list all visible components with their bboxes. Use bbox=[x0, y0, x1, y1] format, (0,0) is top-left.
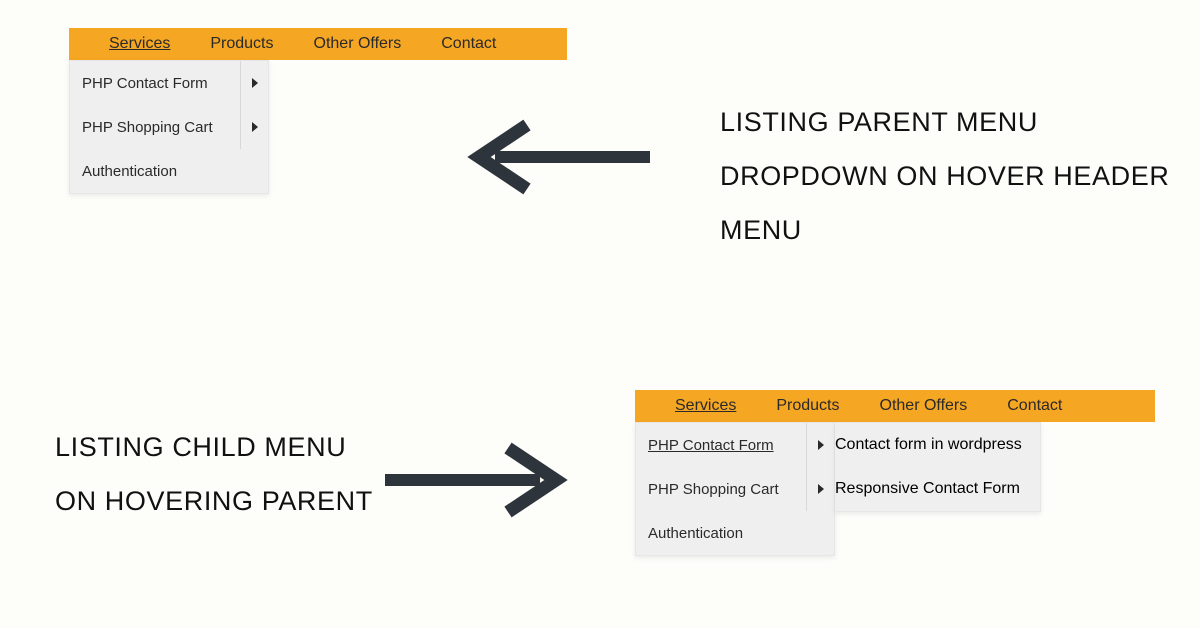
dropdown-parent-menu: PHP Contact Form PHP Shopping Cart Authe… bbox=[69, 60, 269, 194]
menu-item-other-offers[interactable]: Other Offers bbox=[860, 393, 988, 419]
menu-item-contact[interactable]: Contact bbox=[421, 31, 516, 57]
dropdown-parent-menu: PHP Contact Form PHP Shopping Cart Authe… bbox=[635, 422, 835, 556]
menu-item-products[interactable]: Products bbox=[190, 31, 293, 57]
submenu-item-label: Contact form in wordpress bbox=[835, 436, 1022, 454]
dropdown-item-php-contact-form[interactable]: PHP Contact Form bbox=[636, 423, 834, 467]
header-menu-bar: Services Products Other Offers Contact bbox=[635, 390, 1155, 422]
submenu-caret-icon bbox=[806, 423, 834, 467]
menu-item-services[interactable]: Services bbox=[655, 393, 756, 419]
dropdown-item-php-shopping-cart[interactable]: PHP Shopping Cart bbox=[70, 105, 268, 149]
header-menu-bar: Services Products Other Offers Contact bbox=[69, 28, 567, 60]
dropdown-item-php-contact-form[interactable]: PHP Contact Form bbox=[70, 61, 268, 105]
dropdown-item-label: PHP Shopping Cart bbox=[70, 119, 240, 136]
dropdown-item-php-shopping-cart[interactable]: PHP Shopping Cart bbox=[636, 467, 834, 511]
dropdown-item-authentication[interactable]: Authentication bbox=[636, 511, 834, 555]
caption-parent-dropdown: Listing parent menu dropdown on hover he… bbox=[720, 95, 1200, 257]
caret-right-icon bbox=[818, 484, 824, 494]
menu-item-products[interactable]: Products bbox=[756, 393, 859, 419]
dropdown-item-label: Authentication bbox=[70, 163, 240, 180]
submenu-caret-icon bbox=[240, 61, 268, 105]
dropdown-item-label: PHP Contact Form bbox=[70, 75, 240, 92]
menu-item-contact[interactable]: Contact bbox=[987, 393, 1082, 419]
submenu-caret-icon bbox=[240, 105, 268, 149]
menu-item-services[interactable]: Services bbox=[89, 31, 190, 57]
dropdown-item-label: PHP Contact Form bbox=[636, 437, 806, 454]
dropdown-item-label: Authentication bbox=[636, 525, 806, 542]
submenu-item-label: Responsive Contact Form bbox=[835, 480, 1020, 498]
dropdown-item-authentication[interactable]: Authentication bbox=[70, 149, 268, 193]
submenu-item-contact-form-wordpress[interactable]: Contact form in wordpress bbox=[835, 423, 1040, 467]
caption-child-menu: Listing child menu on hovering parent bbox=[55, 420, 385, 528]
submenu-caret-icon bbox=[806, 467, 834, 511]
arrow-left-icon bbox=[465, 117, 655, 197]
caret-right-icon bbox=[252, 78, 258, 88]
dropdown-item-label: PHP Shopping Cart bbox=[636, 481, 806, 498]
caret-right-icon bbox=[252, 122, 258, 132]
submenu-item-responsive-contact-form[interactable]: Responsive Contact Form bbox=[835, 467, 1040, 511]
menu-item-other-offers[interactable]: Other Offers bbox=[294, 31, 422, 57]
arrow-right-icon bbox=[380, 440, 570, 520]
dropdown-child-menu: Contact form in wordpress Responsive Con… bbox=[835, 422, 1041, 512]
caret-right-icon bbox=[818, 440, 824, 450]
demo-child-submenu: Services Products Other Offers Contact P… bbox=[635, 390, 1155, 556]
